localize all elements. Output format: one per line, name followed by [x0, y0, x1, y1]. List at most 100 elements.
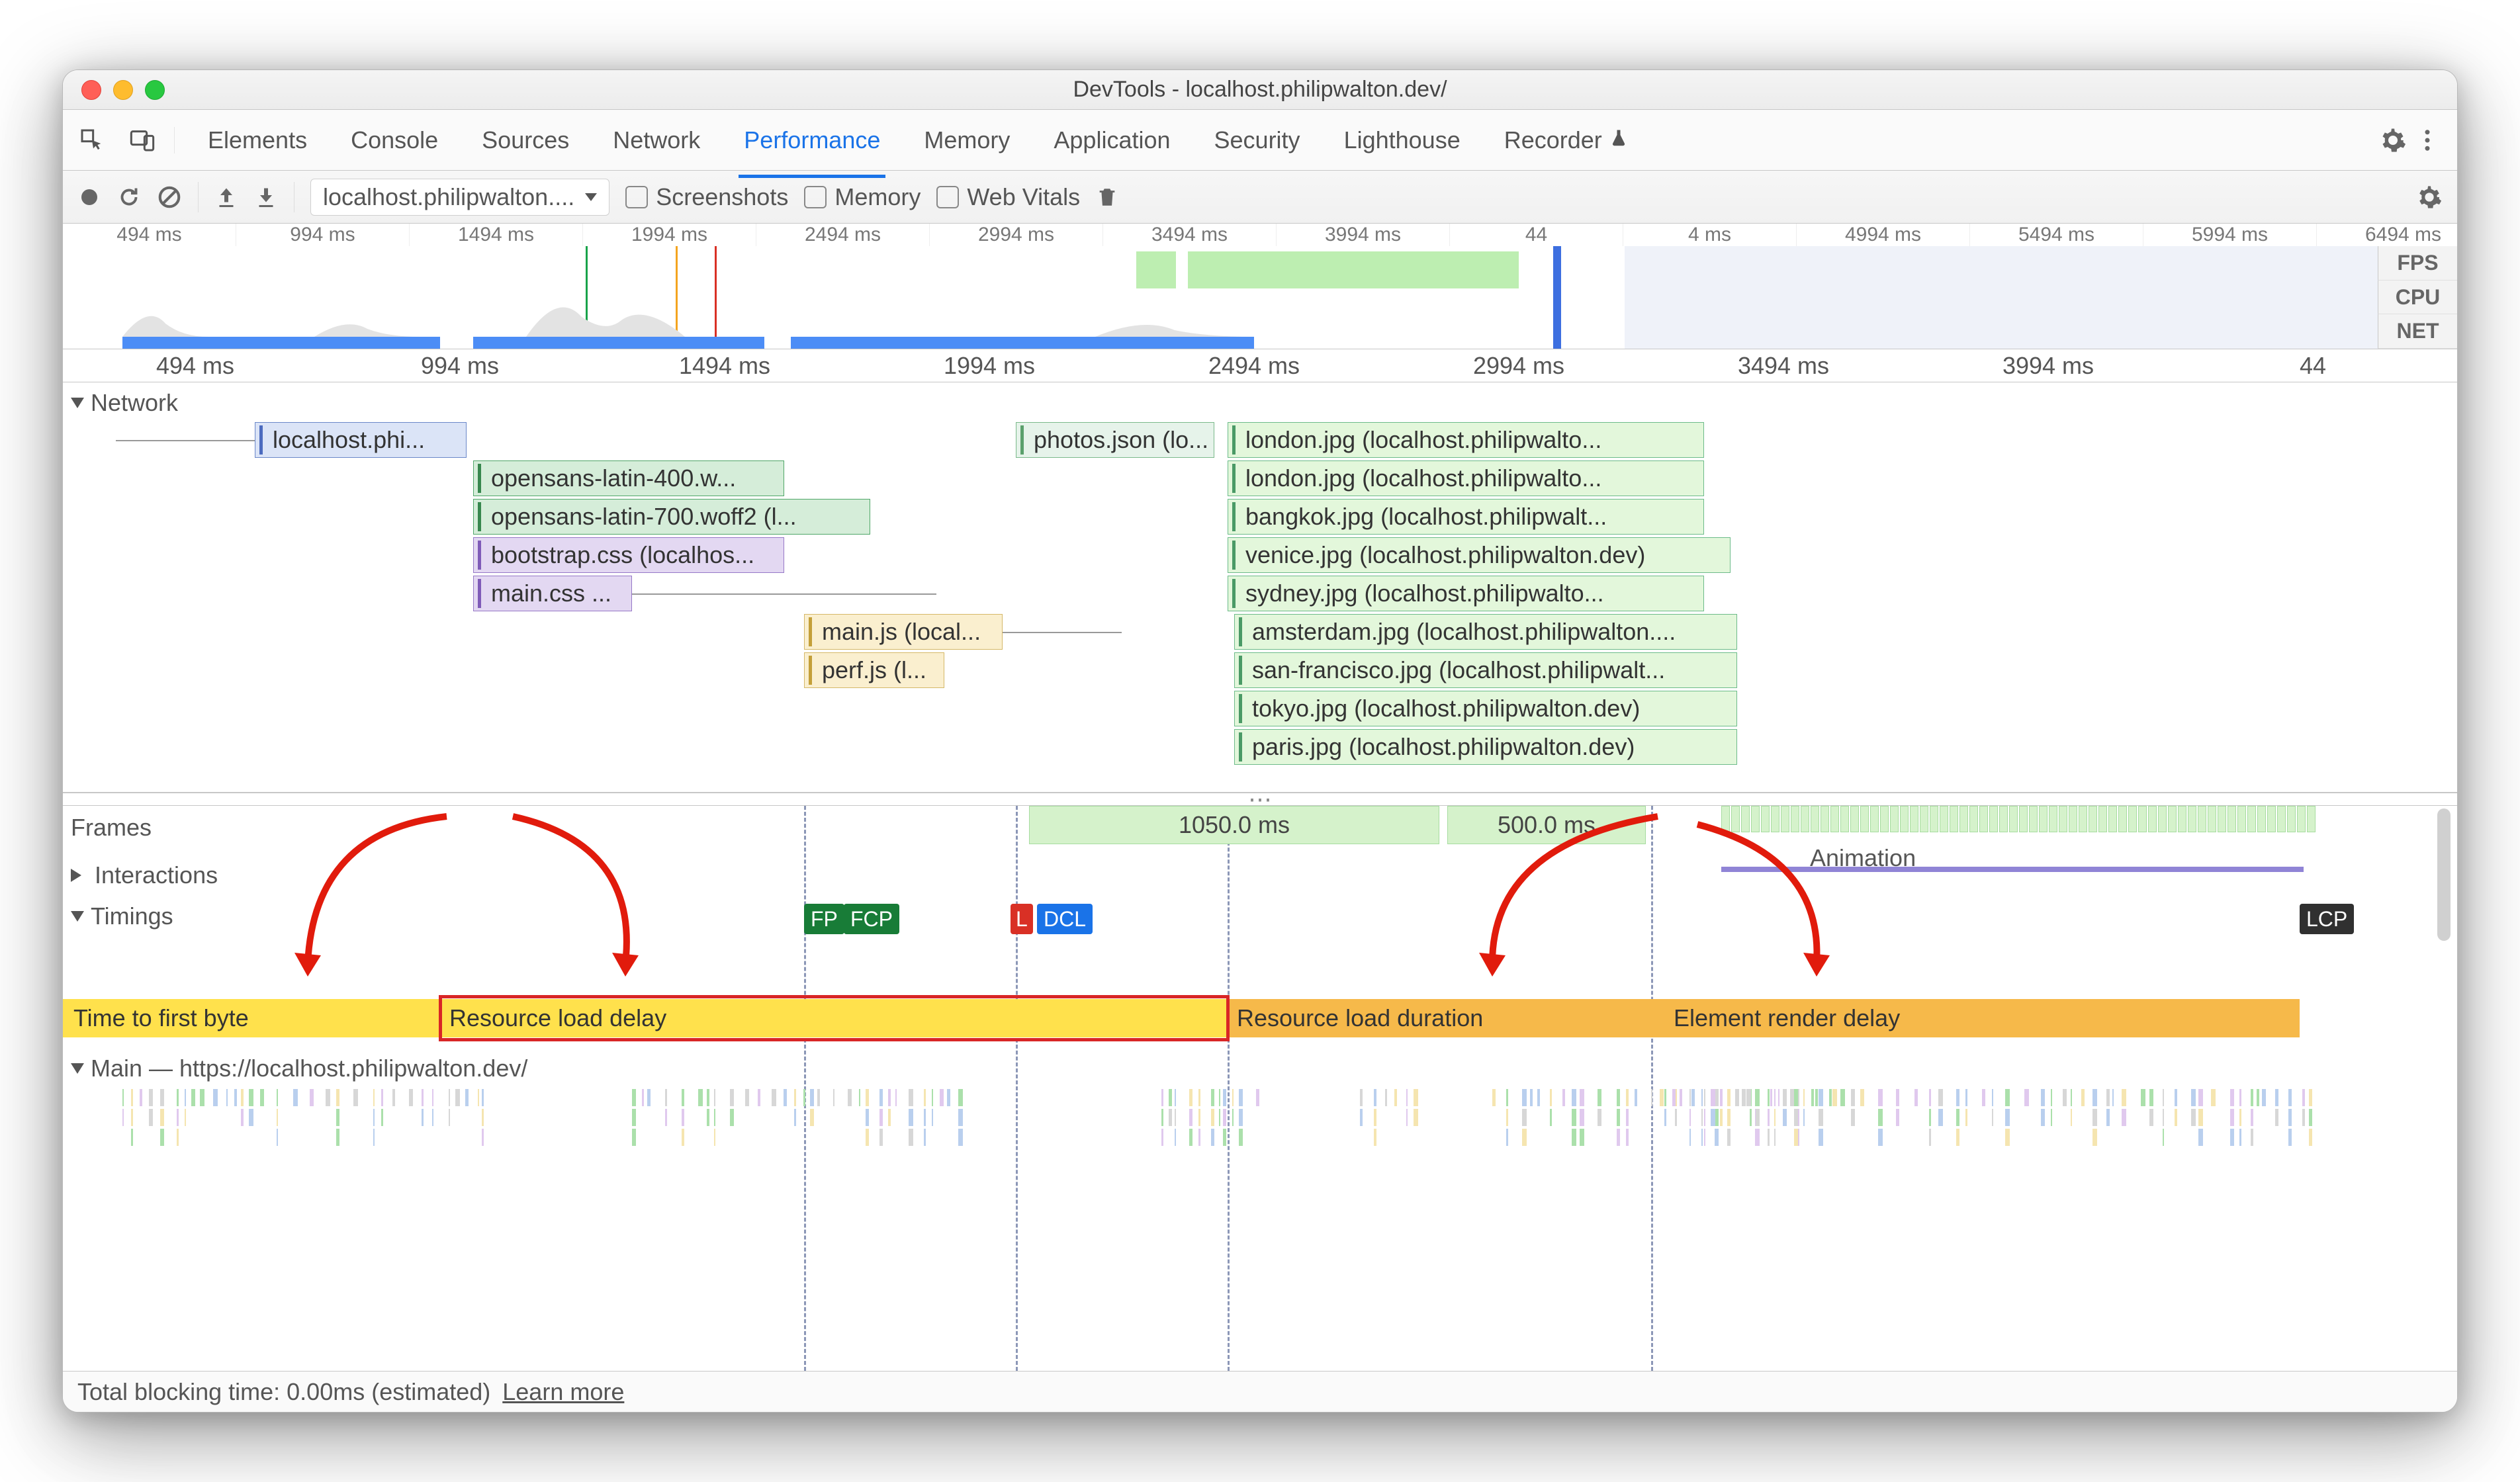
task-sliver[interactable] — [1819, 1089, 1823, 1106]
task-sliver[interactable] — [2198, 1109, 2203, 1126]
task-sliver[interactable] — [1701, 1089, 1703, 1106]
task-sliver[interactable] — [714, 1089, 715, 1106]
recording-selector[interactable]: localhost.philipwalton.... — [310, 179, 609, 216]
task-sliver[interactable] — [2251, 1109, 2253, 1126]
task-sliver[interactable] — [2163, 1129, 2164, 1146]
task-sliver[interactable] — [1701, 1109, 1703, 1126]
task-sliver[interactable] — [185, 1089, 186, 1106]
task-sliver[interactable] — [2051, 1109, 2052, 1126]
task-sliver[interactable] — [2081, 1089, 2085, 1106]
task-sliver[interactable] — [1550, 1089, 1552, 1106]
task-sliver[interactable] — [1992, 1089, 1993, 1106]
task-sliver[interactable] — [958, 1089, 963, 1106]
task-sliver[interactable] — [682, 1089, 684, 1106]
task-sliver[interactable] — [2251, 1089, 2253, 1106]
task-sliver[interactable] — [2230, 1089, 2234, 1106]
task-sliver[interactable] — [1746, 1089, 1751, 1106]
task-sliver[interactable] — [810, 1089, 814, 1106]
task-sliver[interactable] — [1774, 1129, 1776, 1146]
timing-element-render-delay[interactable]: Element render delay — [1664, 999, 2300, 1037]
task-sliver[interactable] — [200, 1089, 204, 1106]
task-sliver[interactable] — [2163, 1089, 2164, 1106]
task-sliver[interactable] — [1756, 1089, 1760, 1106]
network-img-bar[interactable]: bangkok.jpg (localhost.philipwalt... — [1228, 499, 1704, 535]
task-sliver[interactable] — [249, 1109, 253, 1126]
task-sliver[interactable] — [432, 1109, 433, 1126]
network-track[interactable]: Network localhost.phi...opensans-latin-4… — [63, 382, 2457, 793]
task-sliver[interactable] — [866, 1089, 869, 1106]
task-sliver[interactable] — [698, 1089, 703, 1106]
task-sliver[interactable] — [465, 1089, 469, 1106]
task-sliver[interactable] — [758, 1089, 760, 1106]
task-sliver[interactable] — [1720, 1109, 1723, 1126]
task-sliver[interactable] — [1727, 1109, 1731, 1126]
task-sliver[interactable] — [895, 1089, 897, 1106]
task-sliver[interactable] — [2112, 1089, 2114, 1106]
task-sliver[interactable] — [1414, 1109, 1418, 1126]
task-sliver[interactable] — [1929, 1129, 1931, 1146]
task-sliver[interactable] — [1675, 1109, 1677, 1126]
task-sliver[interactable] — [2288, 1089, 2292, 1106]
task-sliver[interactable] — [1938, 1109, 1943, 1126]
task-sliver[interactable] — [1385, 1089, 1387, 1106]
task-sliver[interactable] — [2092, 1129, 2097, 1146]
task-sliver[interactable] — [2092, 1089, 2097, 1106]
task-sliver[interactable] — [1169, 1089, 1172, 1106]
task-sliver[interactable] — [160, 1109, 164, 1126]
task-sliver[interactable] — [226, 1089, 228, 1106]
task-sliver[interactable] — [810, 1109, 814, 1126]
task-sliver[interactable] — [2239, 1109, 2241, 1126]
task-sliver[interactable] — [2149, 1109, 2153, 1126]
task-sliver[interactable] — [1406, 1109, 1408, 1126]
task-sliver[interactable] — [932, 1109, 933, 1126]
task-sliver[interactable] — [1783, 1089, 1787, 1106]
task-sliver[interactable] — [234, 1089, 237, 1106]
task-sliver[interactable] — [373, 1109, 375, 1126]
task-sliver[interactable] — [1580, 1129, 1584, 1146]
clear-button[interactable] — [157, 185, 182, 210]
task-sliver[interactable] — [1829, 1089, 1832, 1106]
task-sliver[interactable] — [1406, 1089, 1408, 1106]
task-sliver[interactable] — [1735, 1089, 1739, 1106]
task-sliver[interactable] — [682, 1109, 684, 1126]
task-sliver[interactable] — [213, 1089, 218, 1106]
task-sliver[interactable] — [947, 1089, 950, 1106]
task-sliver[interactable] — [1239, 1129, 1243, 1146]
overview-selection[interactable] — [1625, 246, 2457, 349]
task-sliver[interactable] — [1189, 1109, 1192, 1126]
task-sliver[interactable] — [1211, 1089, 1214, 1106]
task-sliver[interactable] — [833, 1089, 834, 1106]
task-sliver[interactable] — [2191, 1089, 2196, 1106]
task-sliver[interactable] — [940, 1089, 944, 1106]
overview-handle[interactable] — [1553, 246, 1561, 349]
screenshots-checkbox[interactable]: Screenshots — [625, 183, 788, 211]
dcl-badge[interactable]: DCL — [1037, 904, 1093, 934]
task-sliver[interactable] — [859, 1089, 860, 1106]
task-sliver[interactable] — [336, 1109, 339, 1126]
task-sliver[interactable] — [1798, 1109, 1799, 1126]
task-sliver[interactable] — [140, 1089, 142, 1106]
task-sliver[interactable] — [241, 1109, 244, 1126]
task-sliver[interactable] — [1211, 1129, 1214, 1146]
device-toggle-icon[interactable] — [129, 127, 156, 153]
task-sliver[interactable] — [122, 1089, 124, 1106]
task-sliver[interactable] — [482, 1129, 484, 1146]
tab-security[interactable]: Security — [1212, 121, 1303, 159]
garbage-icon[interactable] — [1096, 186, 1118, 208]
task-sliver[interactable] — [2288, 1129, 2292, 1146]
tab-sources[interactable]: Sources — [479, 121, 572, 159]
task-sliver[interactable] — [277, 1129, 278, 1146]
timing-ttfb[interactable]: Time to first byte — [63, 999, 440, 1037]
interactions-track-label[interactable]: Interactions — [71, 861, 218, 889]
task-sliver[interactable] — [1929, 1109, 1931, 1126]
task-sliver[interactable] — [1506, 1129, 1508, 1146]
task-sliver[interactable] — [932, 1089, 933, 1106]
task-sliver[interactable] — [2141, 1089, 2145, 1106]
task-sliver[interactable] — [160, 1089, 164, 1106]
settings-toolbar-icon[interactable] — [2416, 184, 2443, 210]
network-font-bar[interactable]: opensans-latin-700.woff2 (l... — [473, 499, 870, 535]
task-sliver[interactable] — [888, 1109, 891, 1126]
task-sliver[interactable] — [2211, 1089, 2216, 1106]
task-sliver[interactable] — [682, 1129, 684, 1146]
task-sliver[interactable] — [1878, 1129, 1883, 1146]
